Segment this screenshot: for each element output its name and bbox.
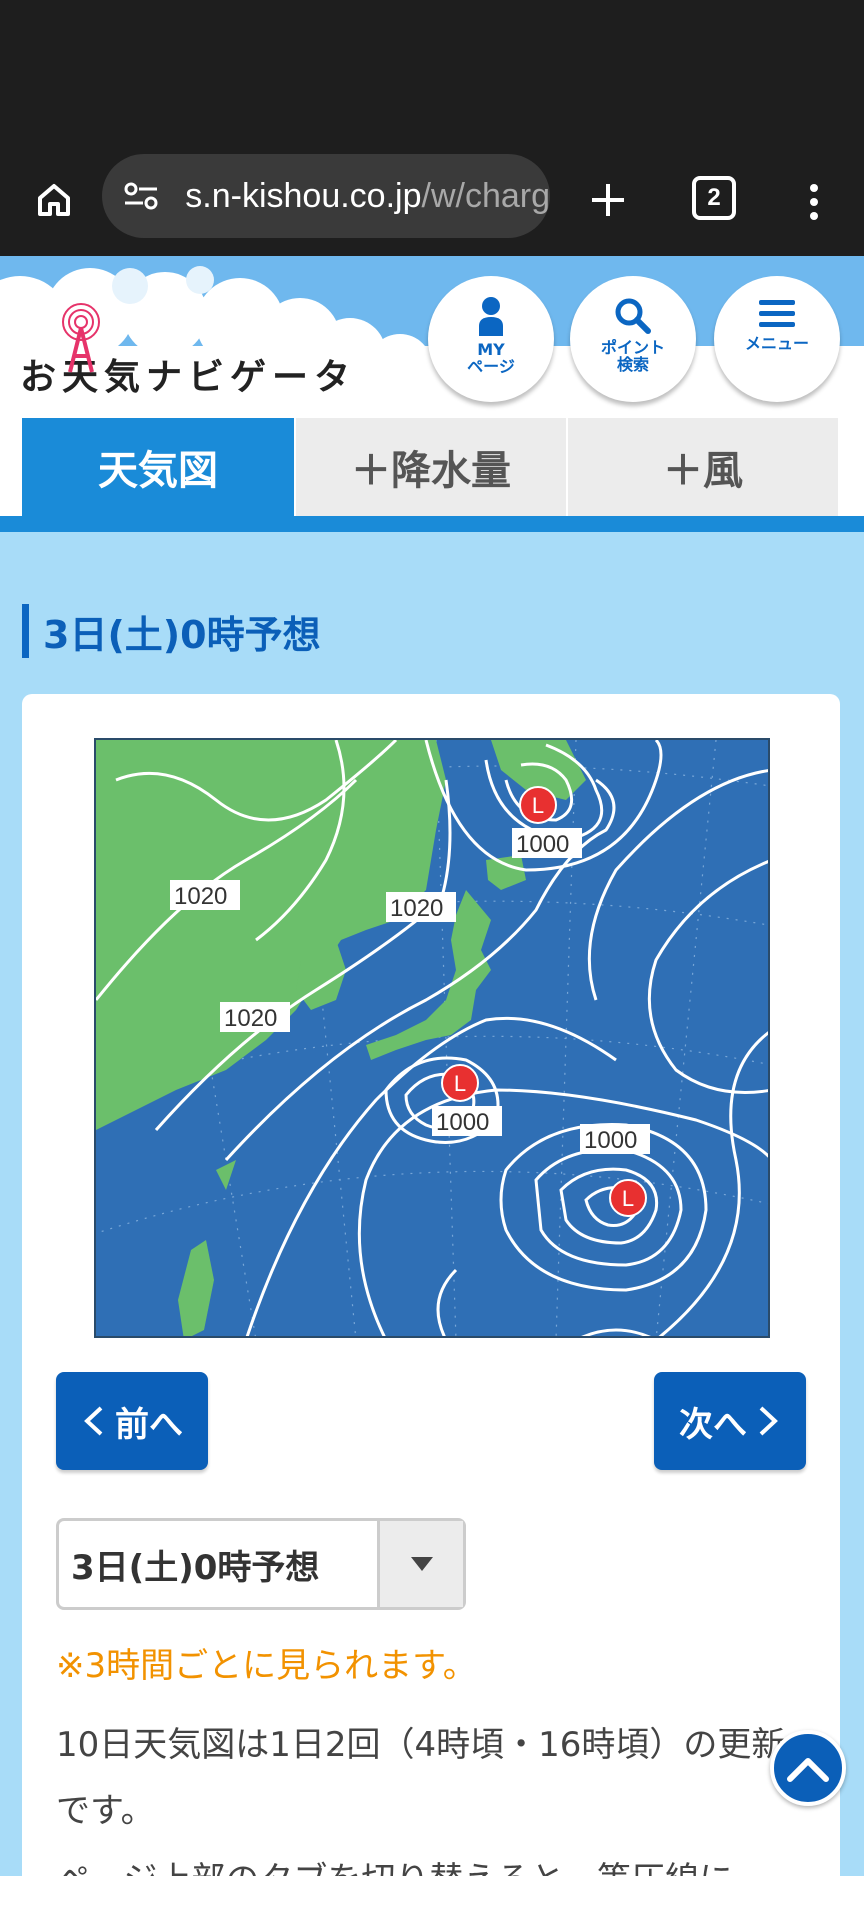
description-text-clipped: ページ上部のタブを切り替えると、等圧線に xyxy=(56,1850,796,1876)
site-logo[interactable]: お天気ナビゲータ xyxy=(20,303,356,402)
forecast-time-value: 3日(土)0時予想 xyxy=(71,1547,320,1588)
tab-precipitation[interactable]: ＋降水量 xyxy=(296,418,566,516)
status-bar xyxy=(0,0,864,148)
person-icon xyxy=(479,297,503,336)
chevron-left-icon xyxy=(84,1406,103,1436)
point-search-label: ポイント 検索 xyxy=(600,338,665,374)
menu-button[interactable]: メニュー xyxy=(714,276,840,402)
forecast-time-select[interactable]: 3日(土)0時予想 xyxy=(56,1518,466,1610)
url-text: s.n-kishou.co.jp/w/charg xyxy=(185,176,550,215)
isobar-label: 1020 xyxy=(174,883,227,910)
section-title: 3日(土)0時予想 xyxy=(22,604,321,658)
point-search-button[interactable]: ポイント 検索 xyxy=(570,276,696,402)
menu-label: メニュー xyxy=(744,334,809,353)
isobar-label: 1000 xyxy=(436,1109,489,1136)
prev-button[interactable]: 前へ xyxy=(56,1372,208,1470)
chevron-right-icon xyxy=(759,1406,778,1436)
chart-tabs: 天気図 ＋降水量 ＋風 xyxy=(0,418,864,532)
low-pressure-marker: L xyxy=(454,1071,466,1096)
tab-weather-map[interactable]: 天気図 xyxy=(22,418,294,516)
prev-label: 前へ xyxy=(115,1404,183,1445)
isobar-label: 1020 xyxy=(390,895,443,922)
isobar-label: 1000 xyxy=(584,1127,637,1154)
tab-wind[interactable]: ＋風 xyxy=(568,418,838,516)
low-pressure-marker: L xyxy=(622,1186,634,1211)
new-tab-icon[interactable] xyxy=(578,170,638,230)
isobar-label: 1000 xyxy=(516,831,569,858)
site-header: お天気ナビゲータ MY ページ ポイント 検索 メニュー xyxy=(0,256,864,418)
scroll-to-top-button[interactable] xyxy=(770,1730,846,1806)
bottom-area xyxy=(0,1876,864,1928)
browser-toolbar: s.n-kishou.co.jp/w/charg 2 xyxy=(0,148,864,256)
description-text: 10日天気図は1日2回（4時頃・16時頃）の更新です。 xyxy=(56,1725,786,1831)
home-icon[interactable] xyxy=(26,172,82,228)
more-options-icon[interactable] xyxy=(796,172,832,232)
update-interval-note: ※3時間ごとに見られます。 xyxy=(56,1646,477,1686)
next-label: 次へ xyxy=(679,1404,747,1445)
chevron-up-icon xyxy=(787,1758,829,1782)
weather-map[interactable]: 1020 1020 1020 1000 1000 1000 L L L xyxy=(94,738,770,1338)
my-page-button[interactable]: MY ページ xyxy=(428,276,554,402)
antenna-logo-icon xyxy=(62,303,100,373)
tab-switcher-button[interactable]: 2 xyxy=(692,176,736,220)
low-pressure-marker: L xyxy=(532,793,544,818)
next-button[interactable]: 次へ xyxy=(654,1372,806,1470)
dropdown-arrow-icon[interactable] xyxy=(377,1521,463,1607)
weather-map-image: 1020 1020 1020 1000 1000 1000 L L L xyxy=(96,740,768,1336)
tab-underline xyxy=(0,516,864,532)
site-settings-icon[interactable] xyxy=(120,175,161,217)
isobar-label: 1020 xyxy=(224,1005,277,1032)
search-icon xyxy=(615,298,651,334)
my-page-label: MY ページ xyxy=(467,340,515,376)
hamburger-icon xyxy=(759,300,795,327)
address-bar[interactable]: s.n-kishou.co.jp/w/charg xyxy=(102,154,550,238)
